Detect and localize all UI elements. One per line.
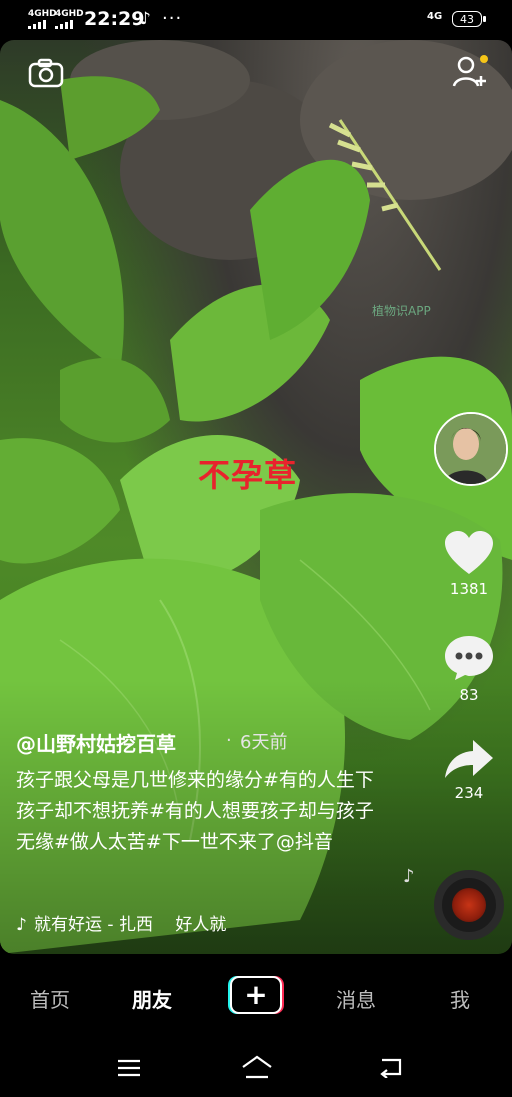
home-icon[interactable] [240, 1054, 274, 1080]
status-bar: 4GHD 4GHD 22:29 ♪ ··· 4G 43 [0, 0, 512, 40]
battery-indicator: 43 [452, 11, 486, 27]
share-arrow-icon [445, 740, 493, 778]
video-player[interactable]: 植物识APP 不孕草 1381 83 234 @山野村姑挖百草 · 6天前 孩子… [0, 40, 512, 954]
tab-messages[interactable]: 消息 [336, 984, 376, 1013]
more-notifications: ··· [162, 8, 183, 29]
tab-me[interactable]: 我 [450, 984, 470, 1013]
share-count: 234 [454, 784, 484, 802]
music-note-icon: ♪ [16, 915, 27, 935]
tab-home[interactable]: 首页 [30, 984, 70, 1013]
music-disc[interactable] [434, 870, 504, 940]
like-button[interactable]: 1381 [437, 530, 501, 598]
comment-button[interactable]: 83 [437, 634, 501, 704]
tab-friends[interactable]: 朋友 [132, 984, 172, 1013]
signal-indicator-1: 4GHD [28, 10, 57, 29]
disc-cover [452, 888, 486, 922]
watermark: 植物识APP [372, 304, 431, 318]
floating-note-icon: ♪ [403, 866, 415, 887]
share-button[interactable]: 234 [437, 738, 501, 802]
network-indicator: 4G [427, 11, 443, 22]
clock: 22:29 [84, 8, 145, 30]
camera-icon[interactable] [28, 58, 64, 92]
video-overlay-text: 不孕草 [198, 456, 298, 494]
music-title: 就有好运 - 扎西 好人就 [34, 915, 227, 935]
tiktok-notification-icon: ♪ [140, 9, 151, 29]
back-icon[interactable] [376, 1056, 404, 1078]
post-date: 6天前 [240, 732, 288, 753]
comment-icon [445, 636, 493, 680]
signal-indicator-2: 4GHD [55, 10, 84, 29]
bottom-tab-bar: 首页 朋友 + 消息 我 [0, 954, 512, 1040]
add-friend-icon[interactable] [452, 54, 492, 94]
post-caption[interactable]: 孩子跟父母是几世修来的缘分#有的人生下孩子却不想抚养#有的人想要孩子却与孩子无缘… [16, 765, 386, 858]
author-avatar[interactable] [434, 412, 508, 486]
comment-count: 83 [459, 686, 479, 704]
signal-label-1: 4GHD [28, 9, 57, 19]
plus-icon: + [244, 978, 268, 1011]
music-ticker[interactable]: ♪ 就有好运 - 扎西 好人就 [16, 910, 226, 935]
signal-label-2: 4GHD [55, 9, 84, 19]
like-count: 1381 [449, 580, 489, 598]
create-button[interactable]: + [228, 976, 284, 1014]
author-name[interactable]: @山野村姑挖百草 [16, 728, 176, 757]
separator: · [226, 730, 232, 751]
system-navigation-bar [0, 1040, 512, 1097]
heart-icon [445, 531, 493, 574]
menu-icon[interactable] [116, 1058, 142, 1078]
